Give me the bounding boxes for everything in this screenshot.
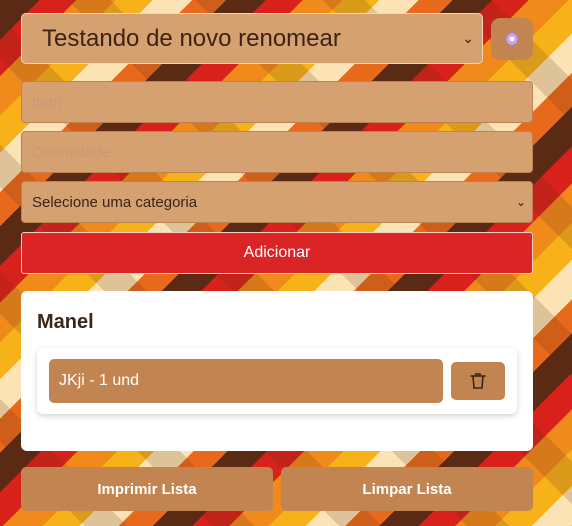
category-title: Manel	[37, 311, 94, 333]
list-select[interactable]: Testando de novo renomear ⌄	[21, 13, 483, 64]
list-item-label[interactable]: JKji - 1 und	[49, 359, 443, 403]
category-select[interactable]: Selecione uma categoria ⌄	[21, 181, 533, 223]
category-select-value: Selecione uma categoria	[32, 193, 198, 211]
clear-list-button[interactable]: Limpar Lista	[281, 467, 533, 511]
settings-button[interactable]	[491, 17, 533, 60]
list-select-value: Testando de novo renomear	[42, 24, 341, 52]
item-input-placeholder: Item	[32, 93, 62, 111]
quantity-input-placeholder: Quantidade	[32, 143, 110, 161]
list-item: JKji - 1 und	[37, 348, 517, 414]
print-list-button[interactable]: Imprimir Lista	[21, 467, 273, 511]
actions-row: Imprimir Lista Limpar Lista	[21, 467, 533, 511]
list-selector-row: Testando de novo renomear ⌄	[21, 13, 533, 64]
delete-item-button[interactable]	[451, 362, 505, 400]
item-input[interactable]: Item	[21, 81, 533, 123]
chevron-down-icon: ⌄	[515, 195, 526, 209]
gear-icon	[504, 30, 520, 46]
list-card: Manel JKji - 1 und	[21, 291, 533, 451]
quantity-input[interactable]: Quantidade	[21, 131, 533, 173]
app-container: Testando de novo renomear ⌄ Item Quantid…	[21, 13, 533, 511]
chevron-down-icon: ⌄	[462, 30, 474, 46]
trash-icon	[470, 373, 486, 389]
add-button[interactable]: Adicionar	[21, 232, 533, 274]
